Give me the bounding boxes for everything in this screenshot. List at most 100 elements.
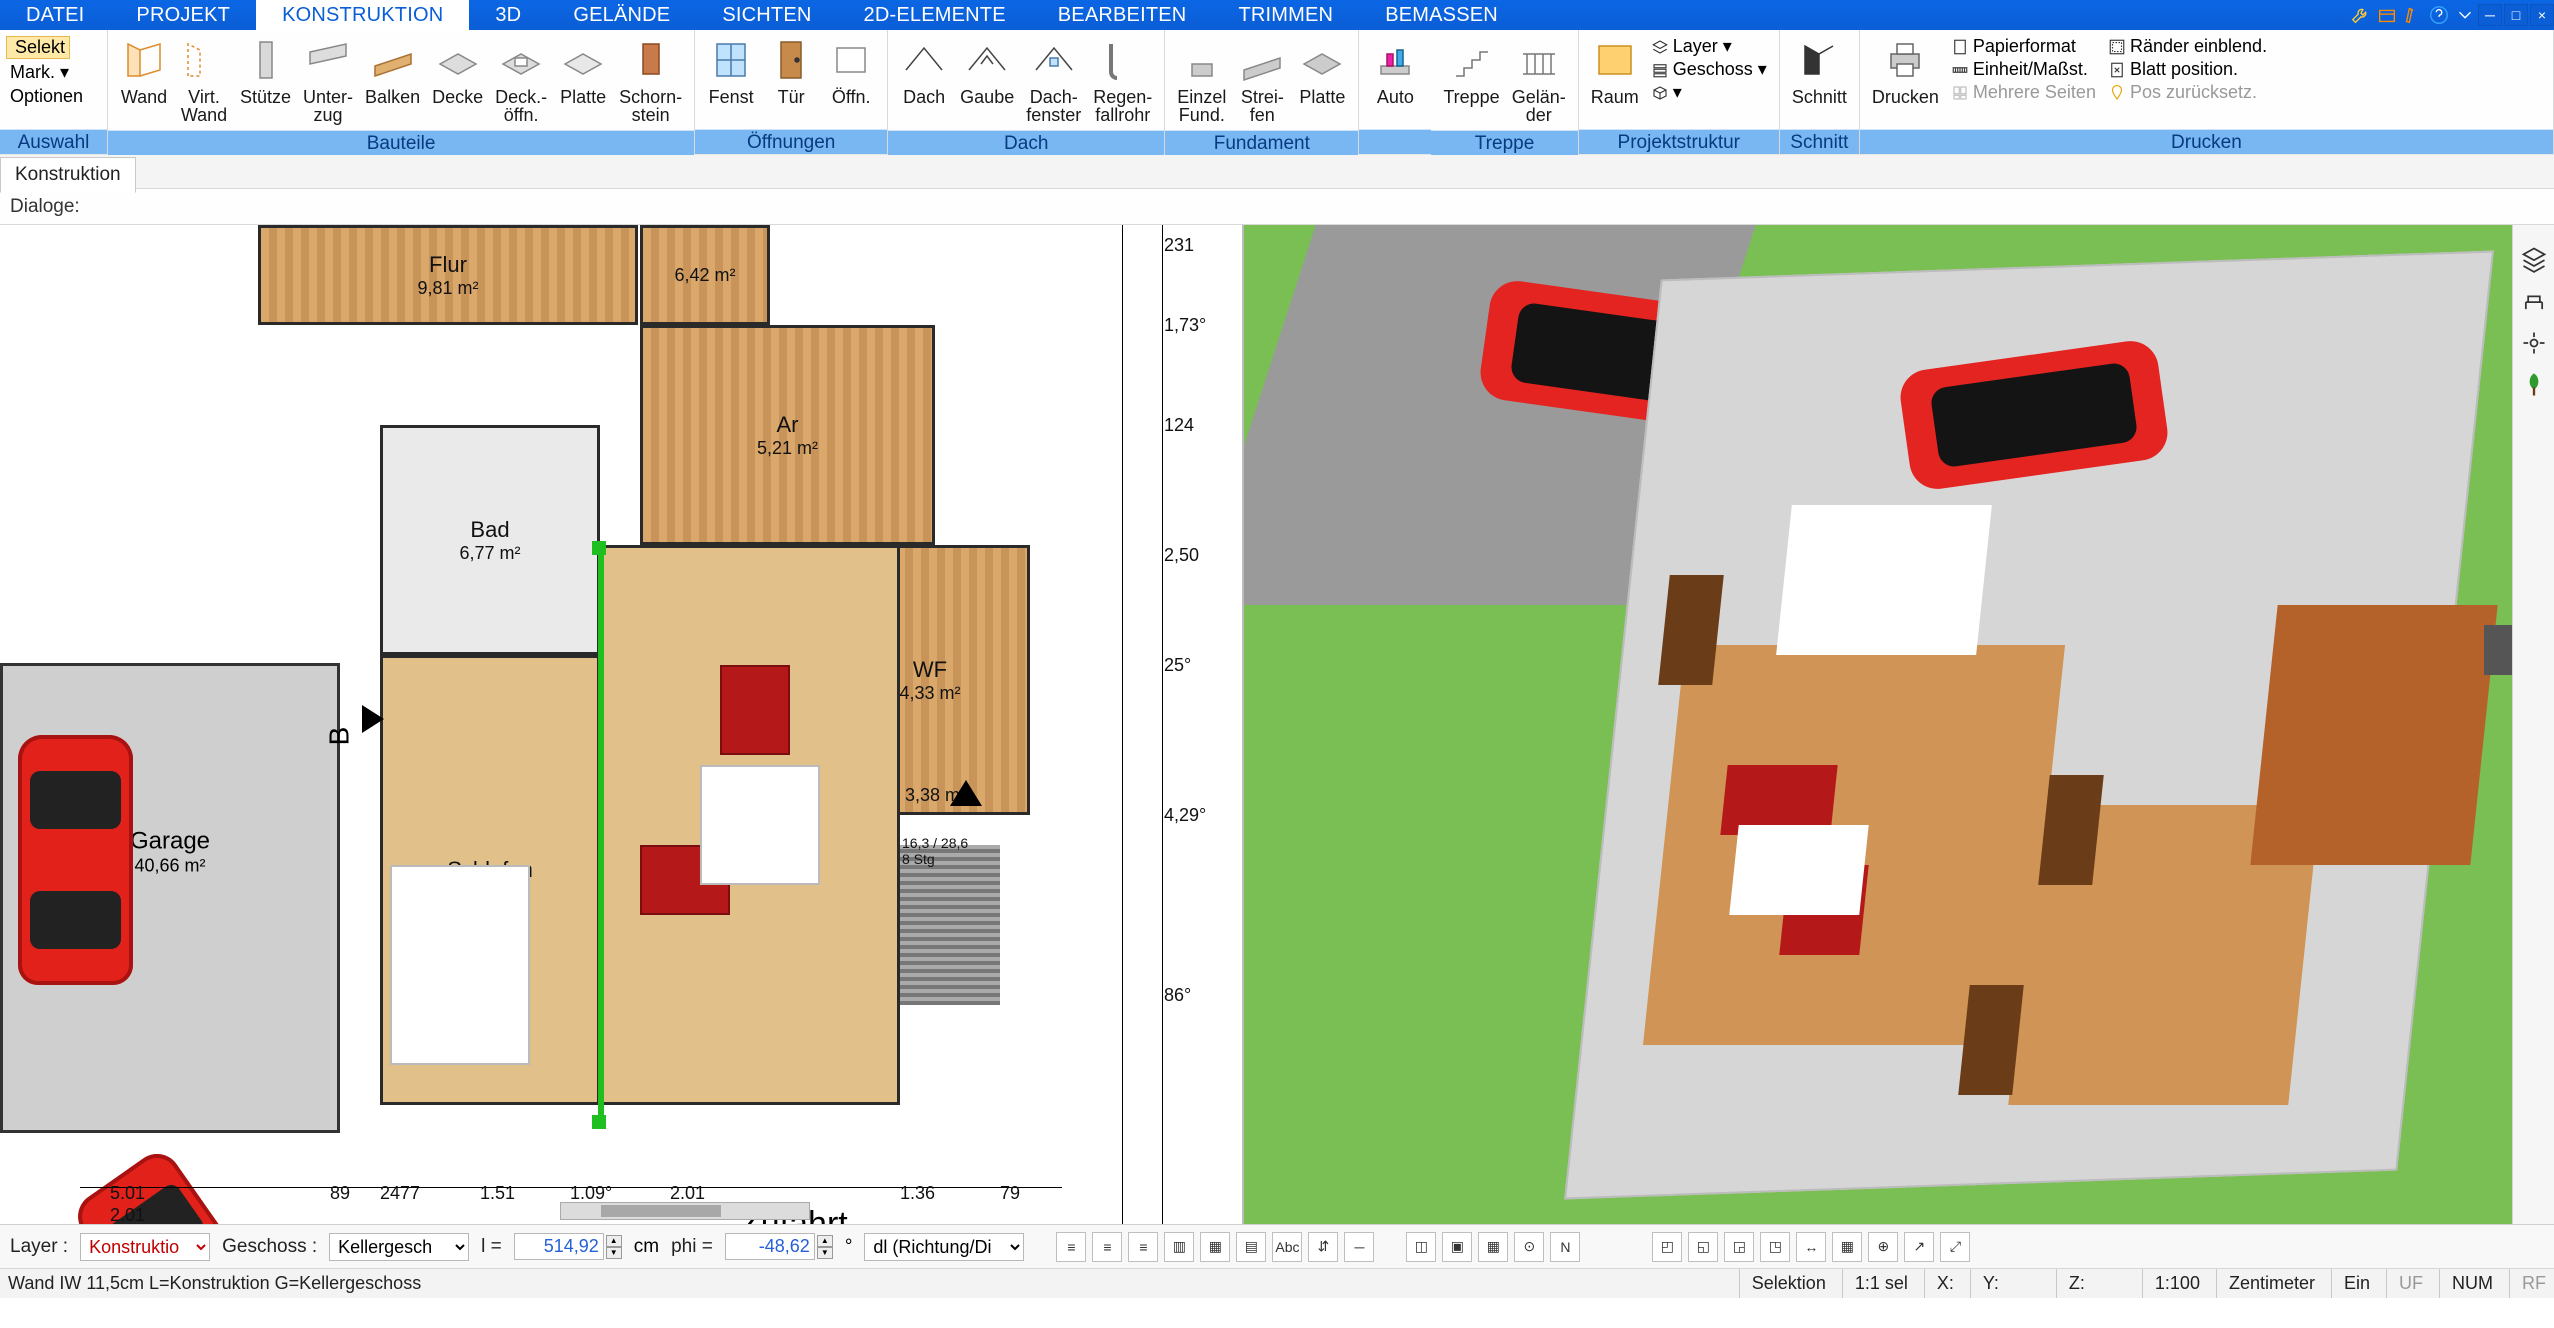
mehrere-seiten-button[interactable]: Mehrere Seiten (1951, 82, 2096, 103)
stuetze-button[interactable]: Stütze (234, 34, 297, 108)
snap-end-icon[interactable]: ↗ (1904, 1232, 1934, 1262)
snap-point-icon[interactable]: ⊕ (1868, 1232, 1898, 1262)
l-spin-up[interactable]: ▲ (606, 1235, 622, 1247)
gaube-button[interactable]: Gaube (954, 34, 1020, 108)
pos-4-icon[interactable]: ◳ (1760, 1232, 1790, 1262)
color-tool-icon[interactable]: ▦ (1478, 1232, 1508, 1262)
menu-tab-2d-elemente[interactable]: 2D-ELEMENTE (838, 0, 1032, 30)
dl-select[interactable]: dl (Richtung/Di (864, 1233, 1024, 1261)
align-center-icon[interactable]: ≡ (1092, 1232, 1122, 1262)
n-tool-icon[interactable]: N (1550, 1232, 1580, 1262)
room-ar[interactable]: Ar5,21 m² (640, 325, 935, 545)
view-3d[interactable] (1244, 225, 2512, 1224)
dach-button[interactable]: Dach (894, 34, 954, 108)
pos-3-icon[interactable]: ◲ (1724, 1232, 1754, 1262)
align-right-icon[interactable]: ≡ (1128, 1232, 1158, 1262)
select-button[interactable]: Selekt (6, 36, 70, 59)
struct-more-dropdown[interactable]: ▾ (1651, 82, 1767, 103)
regenfallrohr-button[interactable]: Regen- fallrohr (1087, 34, 1158, 126)
layer-tool-icon[interactable]: ▣ (1442, 1232, 1472, 1262)
hatch2-icon[interactable]: ▦ (1200, 1232, 1230, 1262)
menu-tab-konstruktion[interactable]: KONSTRUKTION (256, 0, 469, 30)
room-small[interactable]: 6,42 m² (640, 225, 770, 325)
layers-panel-icon[interactable] (2520, 245, 2548, 273)
menu-tab-projekt[interactable]: PROJEKT (110, 0, 256, 30)
pos-2-icon[interactable]: ◱ (1688, 1232, 1718, 1262)
line-style-icon[interactable]: ─ (1344, 1232, 1374, 1262)
virtwand-button[interactable]: Virt. Wand (174, 34, 234, 126)
tool-swatch-icon[interactable] (2402, 4, 2424, 26)
room-bad[interactable]: Bad6,77 m² (380, 425, 600, 655)
phi-spin-down[interactable]: ▼ (817, 1247, 833, 1259)
menu-tab-bemassen[interactable]: BEMASSEN (1359, 0, 1524, 30)
dachfenster-button[interactable]: Dach- fenster (1020, 34, 1087, 126)
pos-1-icon[interactable]: ◰ (1652, 1232, 1682, 1262)
schnitt-button[interactable]: Schnitt (1786, 34, 1853, 108)
mark-button[interactable]: Mark. ▾ (6, 62, 69, 83)
l-spin-down[interactable]: ▼ (606, 1247, 622, 1259)
node-tool-icon[interactable]: ⊙ (1514, 1232, 1544, 1262)
snap-ext-icon[interactable]: ⤢ (1940, 1232, 1970, 1262)
fenster-button[interactable]: Fenst (701, 34, 761, 108)
dropdown-icon[interactable] (2454, 4, 2476, 26)
dim-style-icon[interactable]: ⇵ (1308, 1232, 1338, 1262)
optionen-button[interactable]: Optionen (6, 86, 83, 107)
window-minimize-button[interactable]: ─ (2478, 4, 2502, 26)
streifen-button[interactable]: Strei- fen (1232, 34, 1292, 126)
menu-tab-sichten[interactable]: SICHTEN (696, 0, 837, 30)
window-close-button[interactable]: × (2530, 4, 2554, 26)
deckoeffn-button[interactable]: Deck.- öffn. (489, 34, 553, 126)
window-split-icon[interactable]: ◫ (1406, 1232, 1436, 1262)
einzelfund-button[interactable]: Einzel Fund. (1171, 34, 1232, 126)
drucken-button[interactable]: Drucken (1866, 34, 1945, 108)
text-abc-icon[interactable]: Abc (1272, 1232, 1302, 1262)
treppe-button[interactable]: Treppe (1437, 34, 1505, 108)
view-tab-konstruktion[interactable]: Konstruktion (0, 157, 136, 193)
view-2d[interactable]: Garage 40,66 m² Flur9,81 m² 6,42 m² Ar5,… (0, 225, 1244, 1224)
help-icon[interactable] (2428, 4, 2450, 26)
tool-box-icon[interactable] (2376, 4, 2398, 26)
decke-button[interactable]: Decke (426, 34, 489, 108)
snap-grid-icon[interactable]: ▦ (1832, 1232, 1862, 1262)
selected-wall[interactable] (598, 545, 604, 1125)
geschoss-select[interactable]: Kellergesch (329, 1233, 469, 1261)
menu-tab-3d[interactable]: 3D (469, 0, 547, 30)
menu-tab-gelaende[interactable]: GELÄNDE (547, 0, 696, 30)
hatch-icon[interactable]: ▥ (1164, 1232, 1194, 1262)
layer-select[interactable]: Konstruktio (80, 1233, 210, 1261)
papierformat-button[interactable]: Papierformat (1951, 36, 2096, 57)
geschoss-dropdown[interactable]: Geschoss ▾ (1651, 59, 1767, 80)
menu-tab-trimmen[interactable]: TRIMMEN (1212, 0, 1359, 30)
layer-dropdown[interactable]: Layer ▾ (1651, 36, 1767, 57)
align-left-icon[interactable]: ≡ (1056, 1232, 1086, 1262)
auto-button[interactable]: Auto (1365, 34, 1425, 108)
bars-icon[interactable]: ▤ (1236, 1232, 1266, 1262)
wand-button[interactable]: Wand (114, 34, 174, 108)
landscape-panel-icon[interactable] (2520, 371, 2548, 399)
blatt-position-button[interactable]: Blatt position. (2108, 59, 2267, 80)
balken-button[interactable]: Balken (359, 34, 426, 108)
pos-reset-button[interactable]: Pos zurücksetz. (2108, 82, 2267, 103)
oeffn-button[interactable]: Öffn. (821, 34, 881, 108)
phi-input[interactable] (725, 1233, 815, 1260)
selection-handle[interactable] (592, 1115, 606, 1129)
einheit-button[interactable]: Einheit/Maßst. (1951, 59, 2096, 80)
arrow-tool-icon[interactable]: ↔ (1796, 1232, 1826, 1262)
raender-button[interactable]: Ränder einblend. (2108, 36, 2267, 57)
l-input[interactable] (514, 1233, 604, 1260)
menu-tab-bearbeiten[interactable]: BEARBEITEN (1032, 0, 1213, 30)
schornstein-button[interactable]: Schorn- stein (613, 34, 688, 126)
room-flur[interactable]: Flur9,81 m² (258, 225, 638, 325)
raum-button[interactable]: Raum (1585, 34, 1645, 108)
phi-spin-up[interactable]: ▲ (817, 1235, 833, 1247)
tuer-button[interactable]: Tür (761, 34, 821, 108)
platte-button[interactable]: Platte (553, 34, 613, 108)
tool-wrench-icon[interactable] (2350, 4, 2372, 26)
furniture-panel-icon[interactable] (2520, 287, 2548, 315)
selection-handle[interactable] (592, 541, 606, 555)
window-maximize-button[interactable]: □ (2504, 4, 2528, 26)
unterzug-button[interactable]: Unter- zug (297, 34, 359, 126)
panel-collapse-handle[interactable] (2484, 625, 2512, 675)
scrollbar-horizontal[interactable] (560, 1202, 810, 1220)
navigate-panel-icon[interactable] (2520, 329, 2548, 357)
